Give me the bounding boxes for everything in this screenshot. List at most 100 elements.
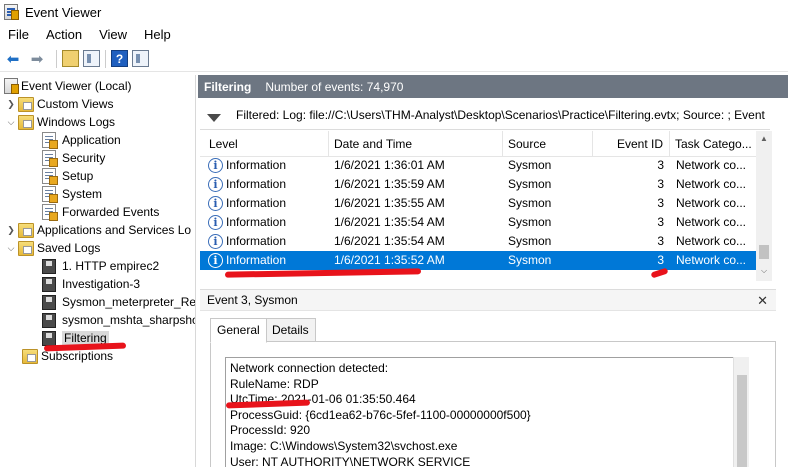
show-hide-tree-icon[interactable] [83,50,100,67]
menu-help[interactable]: Help [144,27,171,42]
cell-event-id: 3 [657,158,664,172]
cell-level: Information [226,234,287,248]
tree-item-saved-log[interactable]: Sysmon_meterpreter_Ref [42,293,196,311]
cell-date-time: 1/6/2021 1:35:54 AM [334,215,445,229]
tree-item-saved-log[interactable]: 1. HTTP empirec2 [42,257,159,275]
tree-item-apps-services[interactable]: ❯ Applications and Services Lo [4,221,191,239]
cell-event-id: 3 [657,177,664,191]
column-header-source[interactable]: Source [502,131,593,157]
tree-item-label: Event Viewer (Local) [21,79,132,93]
toolbar: ⬅ ➡ ? [0,46,788,72]
chevron-right-icon[interactable]: ❯ [4,225,18,236]
column-header-task-category[interactable]: Task Catego... [669,131,756,157]
close-icon[interactable]: ✕ [757,293,768,309]
event-list-scrollbar[interactable]: ▲ ⌵ [756,131,772,281]
toolbar-separator [56,49,57,68]
tree-item-system[interactable]: System [42,185,102,203]
description-scrollbar[interactable] [733,357,749,467]
table-row[interactable]: i Information 1/6/2021 1:35:54 AM Sysmon… [200,232,756,251]
table-row-selected[interactable]: i Information 1/6/2021 1:35:52 AM Sysmon… [200,251,756,270]
menu-bar: File Action View Help [0,24,788,45]
tree-item-saved-log[interactable]: Investigation-3 [42,275,140,293]
cell-task-category: Network co... [676,215,747,229]
tree-item-windows-logs[interactable]: ⌵ Windows Logs [4,113,115,131]
up-folder-icon[interactable] [62,50,79,67]
title-bar: Event Viewer [0,0,788,24]
event-log-icon [42,150,58,167]
cell-date-time: 1/6/2021 1:35:52 AM [334,253,445,267]
saved-log-icon [42,294,56,310]
tree-item-forwarded-events[interactable]: Forwarded Events [42,203,159,221]
saved-log-icon [42,330,56,346]
event-log-icon [42,132,58,149]
tree-item-setup[interactable]: Setup [42,167,93,185]
tree-item-custom-views[interactable]: ❯ Custom Views [4,95,113,113]
table-row[interactable]: i Information 1/6/2021 1:35:59 AM Sysmon… [200,175,756,194]
menu-action[interactable]: Action [46,27,82,42]
tree-item-application[interactable]: Application [42,131,121,149]
scrollbar-thumb[interactable] [737,375,747,467]
tree-item-label: Application [62,133,121,147]
help-icon[interactable]: ? [111,50,128,67]
column-header-level[interactable]: Level [203,131,329,157]
show-hide-action-pane-icon[interactable] [132,50,149,67]
tree-item-root[interactable]: Event Viewer (Local) [4,77,132,95]
scrollbar-thumb[interactable] [759,245,769,259]
cell-date-time: 1/6/2021 1:35:54 AM [334,234,445,248]
cell-event-id: 3 [657,253,664,267]
scroll-up-arrow-icon[interactable]: ▲ [756,131,772,147]
event-log-icon [42,168,58,185]
tree-item-label: Setup [62,169,94,183]
chevron-right-icon[interactable]: ❯ [4,99,18,110]
tree-item-label: Custom Views [37,97,114,111]
forward-arrow-icon[interactable]: ➡ [27,49,47,69]
cell-event-id: 3 [657,215,664,229]
tree-item-saved-logs[interactable]: ⌵ Saved Logs [4,239,100,257]
tree-item-saved-log[interactable]: sysmon_mshta_sharpsho [42,311,195,329]
column-header-event-id[interactable]: Event ID [592,131,670,157]
event-list-header: Level Date and Time Source Event ID Task… [200,131,756,157]
cell-date-time: 1/6/2021 1:35:55 AM [334,196,445,210]
scroll-down-arrow-icon[interactable]: ⌵ [756,263,772,279]
cell-event-id: 3 [657,234,664,248]
navigation-tree: Event Viewer (Local) ❯ Custom Views ⌵ Wi… [0,75,196,467]
menu-file[interactable]: File [8,27,29,42]
tree-item-label: Forwarded Events [62,205,160,219]
tab-general[interactable]: General [210,318,267,343]
tree-item-label: Applications and Services Lo [37,223,192,237]
event-viewer-icon [4,4,19,20]
description-line: ProcessId: 920 [230,423,311,438]
tree-item-label: Windows Logs [37,115,116,129]
column-header-date-time[interactable]: Date and Time [328,131,503,157]
table-row[interactable]: i Information 1/6/2021 1:36:01 AM Sysmon… [200,156,756,175]
chevron-down-icon[interactable]: ⌵ [4,117,18,128]
cell-level: Information [226,158,287,172]
cell-source: Sysmon [508,253,552,267]
tree-item-label: Sysmon_meterpreter_Ref [62,295,196,309]
cell-level: Information [226,196,287,210]
information-icon: i [208,234,223,249]
event-log-icon [42,186,58,203]
cell-level: Information [226,215,287,229]
information-icon: i [208,253,223,268]
saved-log-icon [42,276,56,292]
cell-date-time: 1/6/2021 1:36:01 AM [334,158,445,172]
tree-item-security[interactable]: Security [42,149,105,167]
folder-icon [18,240,34,256]
tree-item-label: Saved Logs [37,241,101,255]
cell-level: Information [226,253,287,267]
back-arrow-icon[interactable]: ⬅ [3,49,23,69]
cell-task-category: Network co... [676,253,747,267]
event-detail-title: Event 3, Sysmon [207,293,298,307]
tab-details[interactable]: Details [265,318,316,342]
cell-task-category: Network co... [676,196,747,210]
chevron-down-icon[interactable]: ⌵ [4,243,18,254]
table-row[interactable]: i Information 1/6/2021 1:35:54 AM Sysmon… [200,213,756,232]
table-row[interactable]: i Information 1/6/2021 1:35:55 AM Sysmon… [200,194,756,213]
event-detail-header: Event 3, Sysmon ✕ [200,289,776,311]
menu-view[interactable]: View [99,27,127,42]
event-viewer-icon [4,78,19,94]
description-line: User: NT AUTHORITY\NETWORK SERVICE [230,454,471,467]
information-icon: i [208,158,223,173]
description-line: ProcessGuid: {6cd1ea62-b76c-5fef-1100-00… [230,407,531,422]
